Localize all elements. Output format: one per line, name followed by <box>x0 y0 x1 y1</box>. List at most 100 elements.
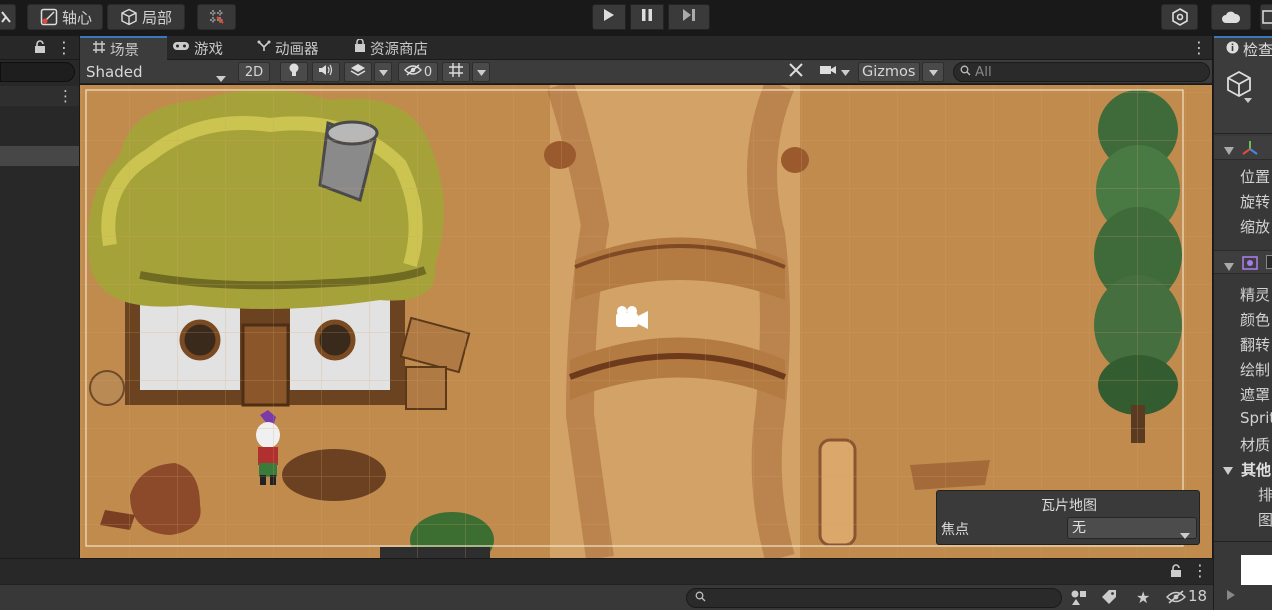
chevron-down-icon <box>840 65 850 80</box>
list-item[interactable]: ⋮ <box>0 86 79 106</box>
shading-mode-label: Shaded <box>86 62 143 81</box>
chevron-down-icon <box>216 68 226 86</box>
lock-icon[interactable] <box>1170 564 1182 582</box>
eye-slash-icon[interactable] <box>1166 590 1186 608</box>
overlay-title: 瓦片地图 <box>1041 498 1097 514</box>
scene-artwork <box>80 85 1212 558</box>
chevron-down-icon <box>1223 463 1233 479</box>
account-button[interactable] <box>1161 4 1198 30</box>
search-icon <box>960 64 971 80</box>
divider <box>1214 541 1272 542</box>
pivot-icon <box>40 8 58 26</box>
eye-slash-icon <box>403 64 422 80</box>
cloud-icon <box>1221 10 1241 24</box>
search-icon <box>695 590 706 606</box>
tab-asset-store[interactable]: 资源商店 <box>354 36 444 60</box>
component-enabled-checkbox[interactable] <box>1266 255 1272 269</box>
pause-button[interactable] <box>630 4 664 30</box>
scene-search-input[interactable]: All <box>953 62 1210 82</box>
inspector-tab-label: 检查 <box>1243 40 1272 59</box>
filter-by-label-icon[interactable] <box>1101 589 1117 609</box>
wrench-icon <box>788 62 804 82</box>
step-button[interactable] <box>668 4 710 30</box>
chevron-down-icon <box>1180 525 1190 545</box>
item-menu-icon[interactable]: ⋮ <box>58 87 73 105</box>
project-menu-icon[interactable]: ⋮ <box>1192 561 1208 580</box>
project-search-input[interactable] <box>686 588 1062 608</box>
tab-game[interactable]: 游戏 <box>172 36 252 60</box>
scene-toolbar: Shaded 2D 0 Gizmos All <box>80 60 1212 84</box>
filter-by-type-icon[interactable] <box>1070 589 1088 610</box>
transform-tool-icon[interactable] <box>0 4 16 30</box>
focus-value: 无 <box>1072 520 1086 536</box>
draw-mode-label: 绘制 <box>1240 361 1271 379</box>
effects-toggle-button[interactable] <box>344 62 372 82</box>
shield-icon <box>1171 8 1188 26</box>
collab-button[interactable] <box>1260 4 1272 30</box>
mask-interaction-label: 遮罩 <box>1240 386 1271 404</box>
local-button[interactable]: 局部 <box>107 4 185 30</box>
gameobject-icon[interactable] <box>1226 70 1256 108</box>
camera-settings-button[interactable] <box>814 62 854 82</box>
additional-settings-label[interactable]: 其他 <box>1241 459 1271 480</box>
shopping-bag-icon <box>354 38 366 57</box>
position-label: 位置 <box>1240 168 1271 186</box>
tab-label: 游戏 <box>194 41 223 58</box>
sprite-label: 精灵 <box>1240 286 1271 304</box>
favorites-star-icon[interactable]: ★ <box>1136 588 1150 607</box>
gizmos-button[interactable]: Gizmos <box>858 62 920 82</box>
grid-dropdown[interactable] <box>472 62 490 82</box>
list-item[interactable] <box>0 146 79 166</box>
play-icon <box>603 8 615 26</box>
pivot-button[interactable]: 轴心 <box>27 4 103 30</box>
tab-label: 资源商店 <box>370 41 428 58</box>
material-preview <box>1241 555 1272 585</box>
lock-icon[interactable] <box>34 40 46 58</box>
scene-viewport[interactable] <box>80 85 1212 558</box>
transform-axes-icon <box>1241 140 1259 160</box>
project-tab-bar: ⋮ <box>0 558 1213 584</box>
shading-mode-dropdown[interactable]: Shaded <box>80 60 232 83</box>
pause-icon <box>641 8 653 26</box>
grid-snap-button[interactable] <box>197 4 236 30</box>
hierarchy-panel: ⋮ ⋮ <box>0 36 79 558</box>
focus-label: 焦点 <box>941 522 969 538</box>
transform-component-header[interactable] <box>1214 136 1272 160</box>
tab-animator[interactable]: 动画器 <box>257 36 351 60</box>
cloud-button[interactable] <box>1211 4 1251 30</box>
project-toolbar: ★ 18 <box>0 584 1213 610</box>
focus-dropdown[interactable]: 无 <box>1067 517 1197 539</box>
lighting-toggle-button[interactable] <box>280 62 308 82</box>
color-label: 颜色 <box>1240 311 1271 329</box>
tools-button[interactable] <box>782 62 810 82</box>
cube-icon <box>120 8 138 26</box>
sprite-renderer-header[interactable] <box>1214 250 1272 274</box>
search-placeholder: All <box>975 64 992 80</box>
play-preview-icon[interactable] <box>1226 589 1236 605</box>
toggle-2d-label: 2D <box>244 64 264 80</box>
play-button[interactable] <box>592 4 626 30</box>
tab-scene[interactable]: 场景 <box>80 36 167 60</box>
scale-label: 缩放 <box>1240 218 1271 236</box>
scene-panel-menu-icon[interactable]: ⋮ <box>1191 38 1207 57</box>
rotation-label: 旋转 <box>1240 193 1271 211</box>
gizmos-dropdown[interactable] <box>922 62 944 82</box>
audio-toggle-button[interactable] <box>312 62 340 82</box>
hidden-count: 0 <box>423 64 433 80</box>
grid-icon <box>92 40 106 58</box>
effects-dropdown[interactable] <box>374 62 392 82</box>
tilemap-overlay: 瓦片地图 焦点 无 <box>936 490 1200 545</box>
tab-label: 场景 <box>110 42 139 59</box>
hierarchy-menu-icon[interactable]: ⋮ <box>56 38 72 57</box>
toggle-2d-button[interactable]: 2D <box>238 62 270 82</box>
hidden-objects-button[interactable]: 0 <box>398 62 438 82</box>
hierarchy-search-input[interactable] <box>0 62 75 82</box>
pivot-label: 轴心 <box>62 8 93 27</box>
tab-label: 动画器 <box>275 41 319 58</box>
grid-toggle-button[interactable] <box>442 62 470 82</box>
tab-inspector[interactable]: 检查 <box>1214 36 1272 60</box>
layers-icon <box>350 63 366 81</box>
info-icon <box>1226 40 1239 58</box>
hierarchy-header: ⋮ <box>0 36 79 60</box>
inspector-panel: 检查 位置 旋转 缩放 精灵 颜色 翻转 绘制 遮罩 Sprit 材质 其他 排… <box>1213 36 1272 610</box>
